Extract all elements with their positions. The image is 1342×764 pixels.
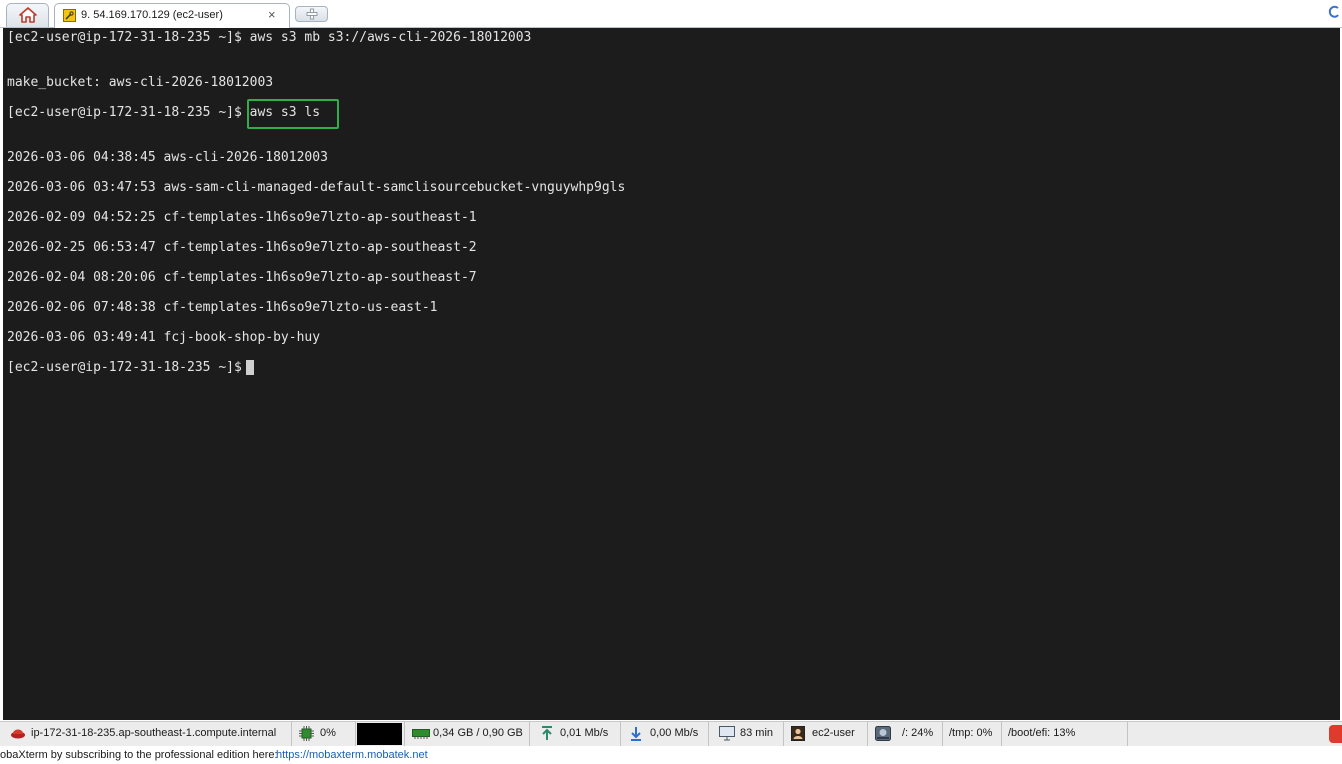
- status-bar: ip-172-31-18-235.ap-southeast-1.compute.…: [0, 721, 1342, 747]
- terminal-line: make_bucket: aws-cli-2026-18012003: [7, 75, 274, 90]
- footer-message-bar: obaXterm by subscribing to the professio…: [0, 746, 1342, 764]
- session-tab[interactable]: 9. 54.169.170.129 (ec2-user) ×: [54, 3, 290, 28]
- terminal[interactable]: [ec2-user@ip-172-31-18-235 ~]$ aws s3 mb…: [3, 28, 1340, 720]
- tab-bar: 9. 54.169.170.129 (ec2-user) ×: [0, 0, 1342, 28]
- terminal-line: 2026-02-04 08:20:06 cf-templates-1h6so9e…: [7, 270, 477, 285]
- status-memory: 0,34 GB / 0,90 GB: [404, 722, 530, 746]
- redhat-icon: [11, 729, 25, 739]
- terminal-line: 2026-02-25 06:53:47 cf-templates-1h6so9e…: [7, 240, 477, 255]
- terminal-line: 2026-03-06 03:49:41 fcj-book-shop-by-huy: [7, 330, 321, 345]
- mobaxterm-logo-icon: [1328, 5, 1339, 18]
- terminal-line: 2026-03-06 03:47:53 aws-sam-cli-managed-…: [7, 180, 626, 195]
- new-tab-button[interactable]: [295, 6, 328, 22]
- status-download: 0,00 Mb/s: [621, 722, 709, 746]
- hard-disk-icon: [875, 726, 891, 741]
- status-disk-tmp: /tmp: 0%: [943, 722, 1002, 746]
- status-uptime-label: 83 min: [740, 727, 774, 739]
- terminal-line: 2026-02-06 07:48:38 cf-templates-1h6so9e…: [7, 300, 438, 315]
- terminal-cursor: [245, 360, 254, 375]
- status-user: ec2-user: [784, 722, 868, 746]
- terminal-line: 2026-03-06 04:38:45 aws-cli-2026-1801200…: [7, 150, 328, 165]
- status-disk-root: /: 24%: [868, 722, 943, 746]
- status-host: ip-172-31-18-235.ap-southeast-1.compute.…: [0, 722, 292, 746]
- home-tab[interactable]: [6, 3, 49, 27]
- footer-message: obaXterm by subscribing to the professio…: [0, 749, 278, 761]
- home-icon: [19, 7, 37, 23]
- status-upload-label: 0,01 Mb/s: [560, 727, 609, 739]
- user-icon: [791, 726, 805, 741]
- close-icon[interactable]: [1329, 725, 1342, 743]
- status-disk-boot: /boot/efi: 13%: [1002, 722, 1128, 746]
- status-cpu: 0%: [292, 722, 356, 746]
- terminal-prompt: [ec2-user@ip-172-31-18-235 ~]$: [7, 360, 242, 375]
- wrench-icon: [63, 9, 76, 22]
- terminal-line: [ec2-user@ip-172-31-18-235 ~]$ aws s3 mb…: [7, 30, 532, 45]
- upload-arrow-icon: [542, 726, 552, 740]
- footer-link[interactable]: https://mobaxterm.mobatek.net: [276, 746, 428, 764]
- status-memory-label: 0,34 GB / 0,90 GB: [433, 727, 523, 739]
- status-disk-boot-label: /boot/efi: 13%: [1008, 727, 1076, 739]
- session-tab-label: 9. 54.169.170.129 (ec2-user): [81, 9, 223, 21]
- terminal-line: 2026-02-09 04:52:25 cf-templates-1h6so9e…: [7, 210, 477, 225]
- terminal-prompt-line: [ec2-user@ip-172-31-18-235 ~]$: [7, 359, 254, 377]
- monitor-icon: [719, 726, 735, 741]
- status-user-label: ec2-user: [812, 727, 855, 739]
- status-uptime: 83 min: [709, 722, 784, 746]
- status-upload: 0,01 Mb/s: [530, 722, 621, 746]
- memory-icon: [412, 729, 430, 739]
- status-host-label: ip-172-31-18-235.ap-southeast-1.compute.…: [31, 727, 277, 739]
- command-highlight-box: [247, 99, 339, 129]
- status-cpu-label: 0%: [320, 727, 336, 739]
- download-arrow-icon: [631, 727, 641, 741]
- cpu-chip-icon: [299, 726, 314, 741]
- status-download-label: 0,00 Mb/s: [650, 727, 699, 739]
- plus-icon: [306, 8, 318, 20]
- status-disk-tmp-label: /tmp: 0%: [949, 727, 993, 739]
- network-graph: [357, 723, 402, 745]
- status-disk-root-label: /: 24%: [902, 727, 934, 739]
- close-tab-icon[interactable]: ×: [268, 7, 276, 22]
